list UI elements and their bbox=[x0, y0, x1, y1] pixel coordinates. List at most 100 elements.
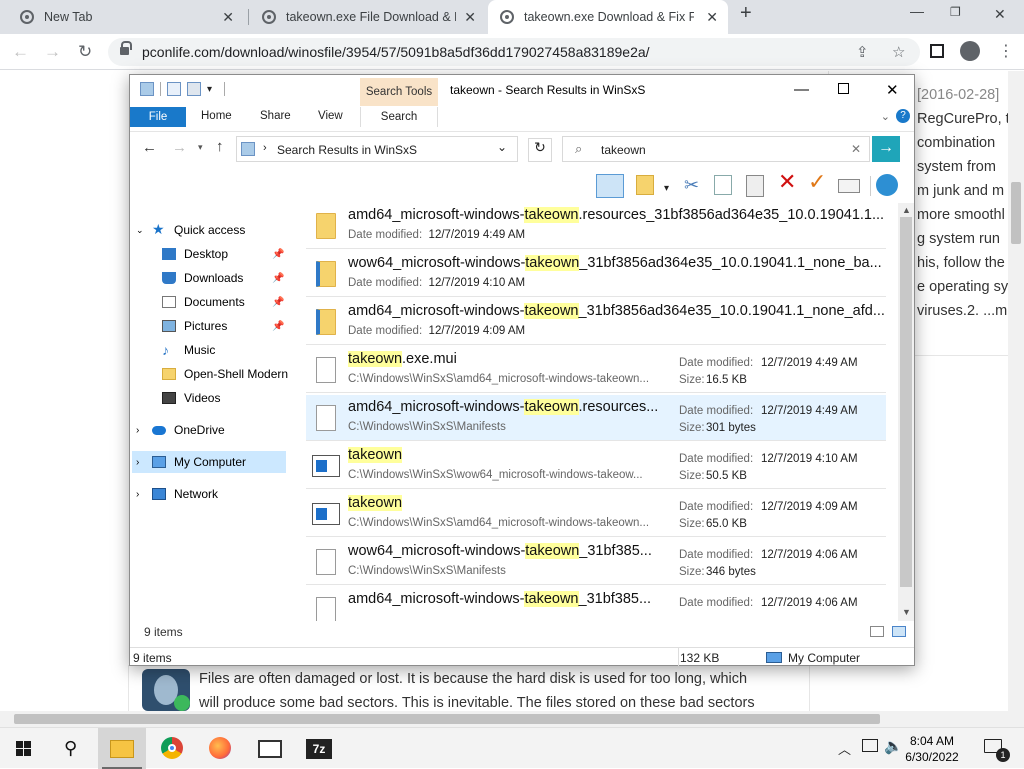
bookmark-star-icon[interactable]: ☆ bbox=[892, 43, 905, 61]
search-taskbar-button[interactable]: ⚲ bbox=[48, 728, 96, 769]
customize-toolbar-icon[interactable]: ▾ bbox=[207, 84, 212, 95]
back-arrow-icon[interactable]: ← bbox=[142, 139, 157, 156]
minimize-button[interactable]: — bbox=[794, 81, 809, 98]
pin-icon[interactable]: 📌 bbox=[272, 273, 284, 284]
new-folder-icon[interactable] bbox=[187, 82, 201, 96]
tab-takeown-file-download[interactable]: takeown.exe File Download & Fix ✕ bbox=[250, 0, 486, 34]
help-icon[interactable]: ? bbox=[896, 109, 910, 123]
page-horizontal-scroll-thumb[interactable] bbox=[14, 714, 880, 724]
tab-search[interactable]: Search bbox=[360, 107, 438, 127]
profile-avatar[interactable] bbox=[960, 41, 980, 61]
pin-icon[interactable]: 📌 bbox=[272, 321, 284, 332]
page-vertical-scroll-thumb[interactable] bbox=[1011, 182, 1021, 244]
result-row[interactable]: takeown C:\Windows\WinSxS\amd64_microsof… bbox=[306, 491, 886, 537]
nav-onedrive[interactable]: › OneDrive bbox=[136, 419, 296, 441]
page-vertical-scrollbar[interactable] bbox=[1008, 71, 1024, 711]
address-dropdown-icon[interactable]: ⌄ bbox=[497, 140, 507, 154]
expand-chevron-icon[interactable]: › bbox=[136, 425, 150, 436]
reload-button[interactable]: ↻ bbox=[78, 42, 92, 62]
up-arrow-icon[interactable]: ↑ bbox=[216, 138, 224, 155]
nav-quick-access[interactable]: ⌄ ★ Quick access bbox=[136, 219, 296, 241]
tab-new-tab[interactable]: New Tab ✕ bbox=[8, 0, 244, 34]
expand-chevron-icon[interactable]: › bbox=[136, 457, 150, 468]
pin-icon[interactable]: 📌 bbox=[272, 297, 284, 308]
new-tab-button[interactable]: + bbox=[740, 2, 752, 25]
cut-icon[interactable]: ✂ bbox=[684, 175, 699, 195]
search-go-button[interactable]: → bbox=[872, 136, 900, 162]
scroll-down-icon[interactable]: ▼ bbox=[902, 607, 911, 617]
result-row[interactable]: amd64_microsoft-windows-takeown.resource… bbox=[306, 203, 886, 249]
window-title: takeown - Search Results in WinSxS bbox=[450, 83, 646, 97]
share-icon[interactable]: ⇪ bbox=[856, 43, 869, 61]
tab-takeown-download-fix[interactable]: takeown.exe Download & Fix For ✕ bbox=[488, 0, 728, 34]
nav-network[interactable]: › Network bbox=[136, 483, 296, 505]
side-panel-icon[interactable] bbox=[930, 44, 944, 58]
restore-browser-button[interactable]: ❐ bbox=[950, 5, 961, 19]
tab-file[interactable]: File bbox=[130, 107, 186, 127]
refresh-button[interactable]: ↻ bbox=[528, 138, 552, 162]
clear-search-icon[interactable]: ✕ bbox=[851, 142, 861, 156]
forward-arrow-icon[interactable]: → bbox=[172, 139, 187, 156]
select-icon[interactable] bbox=[838, 179, 860, 193]
close-browser-button[interactable]: ✕ bbox=[994, 6, 1006, 23]
7zip-taskbar-button[interactable]: 7z bbox=[294, 728, 342, 769]
tab-view[interactable]: View bbox=[318, 110, 343, 122]
start-button[interactable] bbox=[0, 728, 48, 769]
details-view-icon[interactable] bbox=[870, 626, 884, 637]
results-scroll-thumb[interactable] bbox=[900, 217, 912, 587]
close-tab-icon[interactable]: ✕ bbox=[706, 9, 718, 26]
firefox-taskbar-button[interactable] bbox=[196, 728, 244, 769]
nav-my-computer[interactable]: › My Computer bbox=[132, 451, 286, 473]
network-icon[interactable] bbox=[862, 739, 878, 752]
file-explorer-taskbar-button[interactable] bbox=[98, 728, 146, 769]
properties-dropdown-icon[interactable]: ▾ bbox=[664, 179, 669, 199]
search-input[interactable]: takeown bbox=[601, 143, 646, 157]
breadcrumb-location[interactable]: Search Results in WinSxS bbox=[277, 143, 417, 157]
properties-icon[interactable] bbox=[636, 175, 654, 195]
result-row[interactable]: wow64_microsoft-windows-takeown_31bf385.… bbox=[306, 539, 886, 585]
size-value: 65.0 KB bbox=[706, 518, 747, 530]
result-row[interactable]: takeown C:\Windows\WinSxS\wow64_microsof… bbox=[306, 443, 886, 489]
result-row[interactable]: amd64_microsoft-windows-takeown_31bf385.… bbox=[306, 587, 886, 621]
nav-music[interactable]: ♪ Music bbox=[162, 339, 292, 361]
breadcrumb-chevron-icon[interactable]: › bbox=[263, 142, 267, 154]
expand-ribbon-chevron-icon[interactable]: ⌄ bbox=[881, 110, 890, 123]
scroll-up-icon[interactable]: ▲ bbox=[902, 205, 911, 215]
back-button[interactable]: ← bbox=[12, 42, 29, 62]
address-bar[interactable]: › Search Results in WinSxS ⌄ bbox=[236, 136, 518, 162]
close-tab-icon[interactable]: ✕ bbox=[222, 9, 234, 26]
close-tab-icon[interactable]: ✕ bbox=[464, 9, 476, 26]
chrome-taskbar-button[interactable] bbox=[148, 728, 196, 769]
tab-home[interactable]: Home bbox=[201, 110, 232, 122]
menu-kebab-icon[interactable]: ⋮ bbox=[998, 41, 1014, 61]
preview-pane-icon[interactable] bbox=[596, 174, 624, 198]
executable-icon bbox=[312, 503, 340, 525]
omnibox[interactable]: pconlife.com/download/winosfile/3954/57/… bbox=[108, 38, 920, 66]
expand-chevron-icon[interactable]: › bbox=[136, 489, 150, 500]
result-row[interactable]: wow64_microsoft-windows-takeown_31bf3856… bbox=[306, 251, 886, 297]
copy-icon[interactable] bbox=[714, 175, 732, 195]
minimize-browser-button[interactable]: — bbox=[910, 3, 924, 19]
globe-icon[interactable] bbox=[876, 174, 898, 196]
expand-chevron-icon[interactable]: ⌄ bbox=[136, 225, 150, 236]
result-row-selected[interactable]: amd64_microsoft-windows-takeown.resource… bbox=[306, 395, 886, 441]
notepad-taskbar-button[interactable] bbox=[246, 728, 294, 769]
paste-icon[interactable] bbox=[746, 175, 764, 197]
result-row[interactable]: amd64_microsoft-windows-takeown_31bf3856… bbox=[306, 299, 886, 345]
close-button[interactable]: ✕ bbox=[886, 81, 899, 99]
large-icons-view-icon[interactable] bbox=[892, 626, 906, 637]
recent-locations-chevron-icon[interactable]: ▾ bbox=[198, 142, 203, 153]
show-hidden-icons-chevron[interactable]: ︿ bbox=[838, 739, 851, 758]
search-box[interactable]: ⌕ takeown ✕ bbox=[562, 136, 870, 162]
rename-checkmark-icon[interactable]: ✓ bbox=[808, 171, 826, 193]
maximize-button[interactable] bbox=[838, 83, 849, 94]
delete-icon[interactable]: ✕ bbox=[778, 171, 796, 193]
properties-icon[interactable] bbox=[167, 82, 181, 96]
nav-videos[interactable]: Videos bbox=[162, 387, 292, 409]
pin-icon[interactable]: 📌 bbox=[272, 249, 284, 260]
forward-button[interactable]: → bbox=[44, 42, 61, 62]
result-row[interactable]: takeown.exe.mui C:\Windows\WinSxS\amd64_… bbox=[306, 347, 886, 393]
tab-share[interactable]: Share bbox=[260, 110, 291, 122]
nav-openshell-modern[interactable]: Open-Shell Modern bbox=[162, 363, 292, 385]
clock[interactable]: 8:04 AM 6/30/2022 bbox=[900, 733, 964, 765]
